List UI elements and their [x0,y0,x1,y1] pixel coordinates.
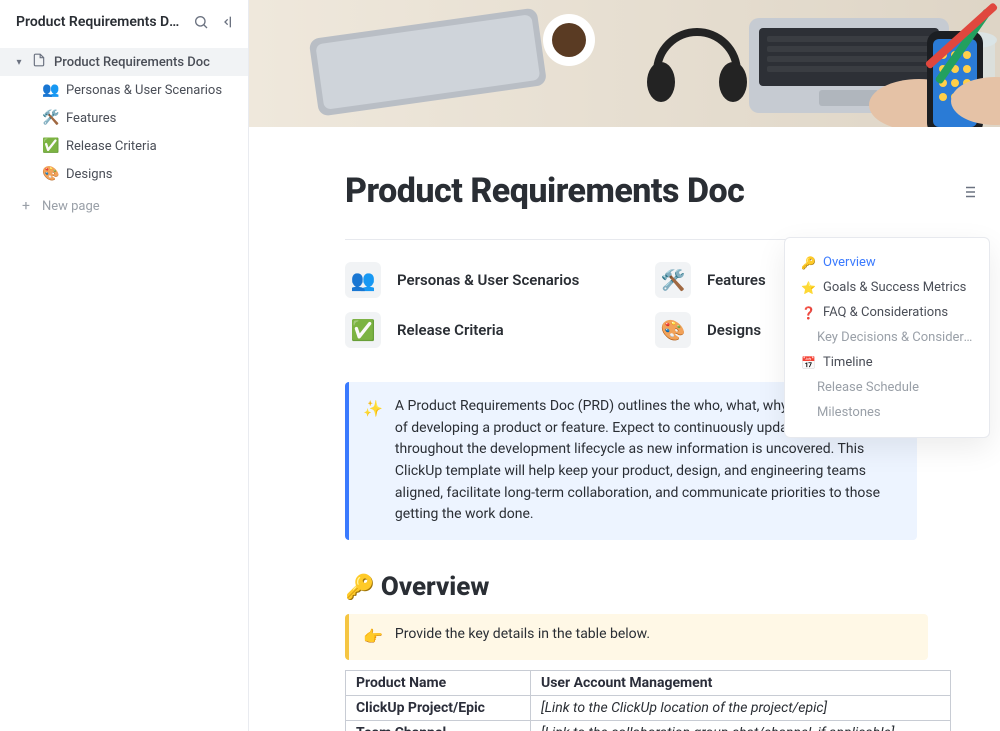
toc-item-key-decisions[interactable]: Key Decisions & Consideratio... [789,325,985,350]
toc-item-overview[interactable]: 🔑 Overview [789,250,985,275]
overview-hint-callout: 👉 Provide the key details in the table b… [345,614,928,660]
features-icon: 🛠️ [655,262,691,298]
chevron-down-icon[interactable]: ▾ [14,57,24,68]
sidebar-header: Product Requirements Doc [0,0,248,44]
new-page-label: New page [42,199,100,214]
plus-icon: + [22,198,30,214]
sidebar-actions [192,13,238,31]
toc-item-label: Timeline [823,355,873,370]
toc-item-timeline[interactable]: 📅 Timeline [789,350,985,375]
sidebar-item-label: Designs [66,167,238,182]
toc-item-label: FAQ & Considerations [823,305,948,320]
section-heading-text: Overview [381,572,489,602]
linked-page-personas[interactable]: 👥 Personas & User Scenarios [345,262,615,298]
key-icon: 🔑 [345,573,375,601]
page-icon [32,53,46,71]
question-icon: ❓ [801,306,815,320]
table-row: ClickUp Project/Epic [Link to the ClickU… [346,695,951,720]
toc-item-label: Overview [823,255,876,270]
sidebar-item-designs[interactable]: 🎨 Designs [0,160,248,188]
main-content: Product Requirements Doc 👥 Personas & Us… [249,0,1000,731]
sidebar-item-label: Personas & User Scenarios [66,83,238,98]
toc-item-goals[interactable]: ⭐ Goals & Success Metrics [789,275,985,300]
toc-item-milestones[interactable]: Milestones [789,400,985,425]
toc-item-label: Release Schedule [817,380,919,395]
calendar-icon: 📅 [801,356,815,370]
table-row-label: ClickUp Project/Epic [346,695,531,720]
table-row-value[interactable]: [Link to the ClickUp location of the pro… [531,695,951,720]
sidebar-tree: ▾ Product Requirements Doc 👥 Personas & … [0,44,248,220]
sidebar-item-root[interactable]: ▾ Product Requirements Doc [0,48,248,76]
toggle-outline-button[interactable] [960,183,978,205]
linked-page-label: Features [707,271,766,289]
sidebar-item-features[interactable]: 🛠️ Features [0,104,248,132]
linked-page-label: Release Criteria [397,321,504,339]
personas-icon: 👥 [42,82,58,98]
release-criteria-icon: ✅ [42,138,58,154]
features-icon: 🛠️ [42,110,58,126]
designs-icon: 🎨 [655,312,691,348]
table-row: Product Name User Account Management [346,670,951,695]
search-icon[interactable] [192,13,210,31]
table-row: Team Channel [Link to the collaboration … [346,720,951,731]
sidebar-title: Product Requirements Doc [16,14,184,30]
page-title: Product Requirements Doc [345,171,928,211]
collapse-sidebar-icon[interactable] [220,13,238,31]
sidebar-item-label: Release Criteria [66,139,238,154]
sidebar-item-label: Features [66,111,238,126]
star-icon: ⭐ [801,281,815,295]
sidebar-item-personas[interactable]: 👥 Personas & User Scenarios [0,76,248,104]
toc-item-label: Key Decisions & Consideratio... [817,330,973,345]
hero-image [249,0,1000,127]
release-criteria-icon: ✅ [345,312,381,348]
sidebar-item-label: Product Requirements Doc [54,55,238,70]
table-row-label: Team Channel [346,720,531,731]
sparkles-icon: ✨ [363,396,383,526]
designs-icon: 🎨 [42,166,58,182]
key-icon: 🔑 [801,256,815,270]
toc-item-release-schedule[interactable]: Release Schedule [789,375,985,400]
toc-item-label: Goals & Success Metrics [823,280,966,295]
linked-page-release-criteria[interactable]: ✅ Release Criteria [345,312,615,348]
table-row-value[interactable]: User Account Management [531,670,951,695]
sidebar: Product Requirements Doc ▾ [0,0,249,731]
section-heading-overview: 🔑 Overview [345,572,928,602]
overview-hint-text: Provide the key details in the table bel… [395,624,650,650]
toc-item-label: Milestones [817,405,881,420]
table-row-label: Product Name [346,670,531,695]
pointing-right-icon: 👉 [363,624,383,650]
app-root: Product Requirements Doc ▾ [0,0,1000,731]
linked-page-label: Personas & User Scenarios [397,271,579,289]
new-page-button[interactable]: + New page [0,192,248,220]
toc-item-faq[interactable]: ❓ FAQ & Considerations [789,300,985,325]
linked-page-label: Designs [707,321,761,339]
table-row-value[interactable]: [Link to the collaboration group chat/ch… [531,720,951,731]
overview-table[interactable]: Product Name User Account Management Cli… [345,670,951,731]
outline-panel: 🔑 Overview ⭐ Goals & Success Metrics ❓ F… [784,237,990,438]
personas-icon: 👥 [345,262,381,298]
sidebar-item-release-criteria[interactable]: ✅ Release Criteria [0,132,248,160]
